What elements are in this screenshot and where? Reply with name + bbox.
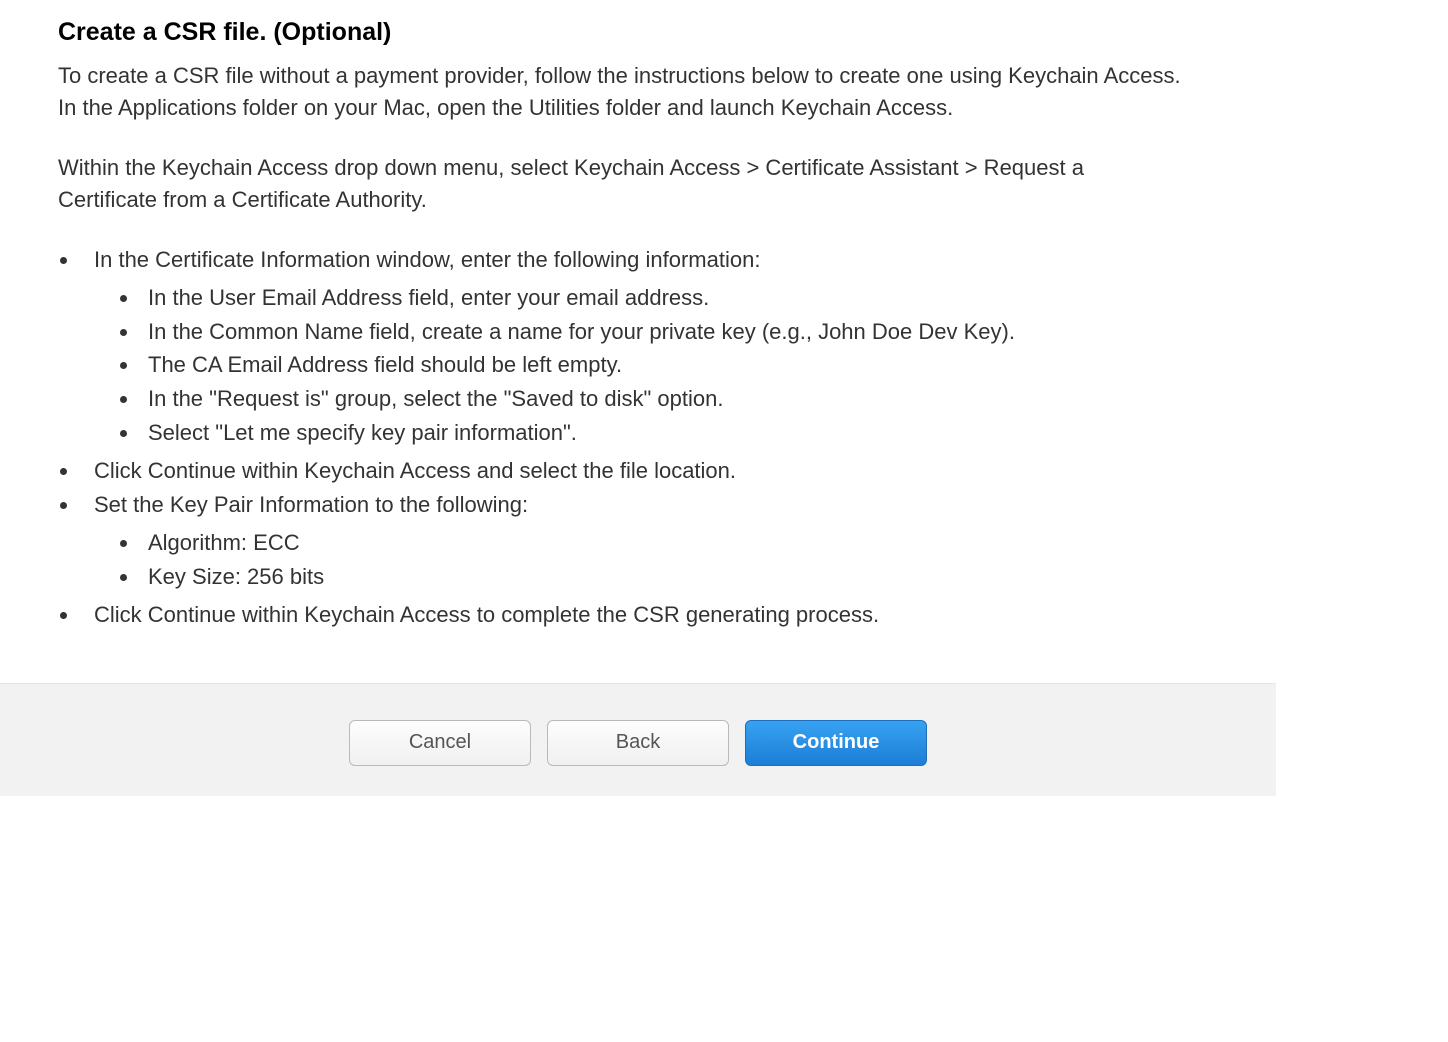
list-item: In the Common Name field, create a name …: [140, 316, 1182, 348]
section-heading: Create a CSR file. (Optional): [58, 14, 1182, 50]
back-button[interactable]: Back: [547, 720, 729, 766]
cancel-button[interactable]: Cancel: [349, 720, 531, 766]
list-item: Key Size: 256 bits: [140, 561, 1182, 593]
instructions-content: Create a CSR file. (Optional) To create …: [0, 0, 1240, 683]
list-item-text: Set the Key Pair Information to the foll…: [94, 492, 528, 517]
sublist: Algorithm: ECC Key Size: 256 bits: [94, 527, 1182, 593]
list-item: Click Continue within Keychain Access an…: [80, 455, 1182, 487]
list-item: In the User Email Address field, enter y…: [140, 282, 1182, 314]
list-item: Select "Let me specify key pair informat…: [140, 417, 1182, 449]
footer-buttons: Cancel Back Continue: [0, 683, 1276, 796]
list-item: The CA Email Address field should be lef…: [140, 349, 1182, 381]
intro-paragraph-2: Within the Keychain Access drop down men…: [58, 152, 1182, 216]
intro-paragraph-1: To create a CSR file without a payment p…: [58, 60, 1182, 124]
list-item: In the Certificate Information window, e…: [80, 244, 1182, 449]
sublist: In the User Email Address field, enter y…: [94, 282, 1182, 449]
instruction-list: In the Certificate Information window, e…: [58, 244, 1182, 631]
continue-button[interactable]: Continue: [745, 720, 927, 766]
list-item: Algorithm: ECC: [140, 527, 1182, 559]
list-item-text: In the Certificate Information window, e…: [94, 247, 760, 272]
list-item: In the "Request is" group, select the "S…: [140, 383, 1182, 415]
list-item: Set the Key Pair Information to the foll…: [80, 489, 1182, 593]
list-item: Click Continue within Keychain Access to…: [80, 599, 1182, 631]
